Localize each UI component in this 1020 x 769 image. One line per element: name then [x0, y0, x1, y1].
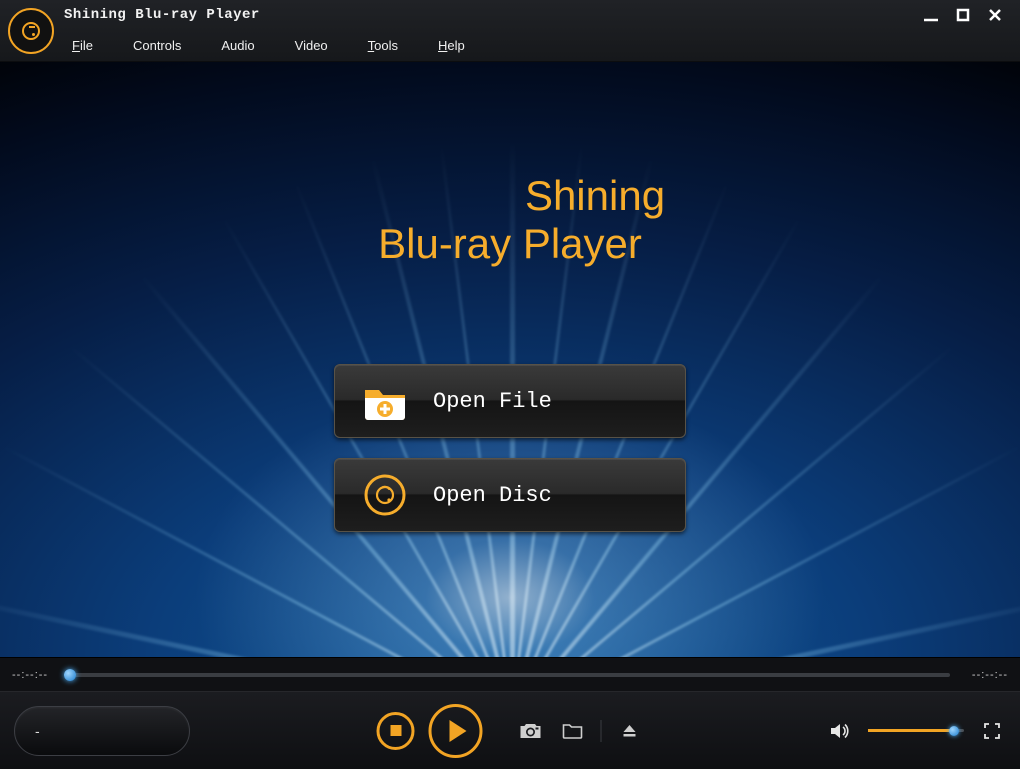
- eject-button[interactable]: [616, 717, 644, 745]
- disc-icon: [361, 471, 409, 519]
- speaker-icon: [829, 721, 851, 741]
- camera-icon: [519, 721, 543, 741]
- hero-title: Shining Blu-ray Player: [0, 172, 1020, 269]
- now-playing-text: -: [35, 723, 40, 739]
- menu-video[interactable]: Video: [295, 38, 328, 53]
- time-elapsed: --:--:--: [12, 669, 62, 681]
- play-icon: [449, 720, 466, 742]
- open-file-label: Open File: [433, 389, 552, 414]
- menu-file[interactable]: File: [72, 38, 93, 53]
- stop-icon: [390, 725, 401, 736]
- progress-track[interactable]: [70, 673, 950, 677]
- folder-plus-icon: [361, 377, 409, 425]
- title-bar: Shining Blu-ray Player File Controls Aud…: [0, 0, 1020, 62]
- folder-icon: [562, 722, 584, 740]
- menu-audio[interactable]: Audio: [221, 38, 254, 53]
- transport-controls: [377, 704, 644, 758]
- play-button[interactable]: [429, 704, 483, 758]
- open-file-button[interactable]: Open File: [334, 364, 686, 438]
- volume-slider[interactable]: [868, 729, 964, 732]
- menu-tools[interactable]: Tools: [368, 38, 398, 53]
- menu-help[interactable]: Help: [438, 38, 465, 53]
- open-disc-button[interactable]: Open Disc: [334, 458, 686, 532]
- hero-line2: Blu-ray Player: [0, 220, 1020, 268]
- app-logo: [8, 8, 54, 54]
- progress-knob[interactable]: [64, 669, 76, 681]
- hero-line1: Shining: [0, 172, 1020, 220]
- menu-bar: File Controls Audio Video Tools Help: [0, 30, 1020, 61]
- maximize-button[interactable]: [954, 6, 972, 24]
- open-disc-label: Open Disc: [433, 483, 552, 508]
- stop-button[interactable]: [377, 712, 415, 750]
- open-button[interactable]: [559, 717, 587, 745]
- fullscreen-icon: [982, 721, 1002, 741]
- minimize-button[interactable]: [922, 6, 940, 24]
- volume-knob[interactable]: [949, 726, 959, 736]
- volume-button[interactable]: [826, 717, 854, 745]
- fullscreen-button[interactable]: [978, 717, 1006, 745]
- seek-bar: --:--:-- --:--:--: [0, 657, 1020, 691]
- eject-icon: [621, 722, 639, 740]
- snapshot-button[interactable]: [517, 717, 545, 745]
- video-stage: Shining Blu-ray Player Open File: [0, 62, 1020, 657]
- control-bar: -: [0, 691, 1020, 769]
- now-playing-pill[interactable]: -: [14, 706, 190, 756]
- app-title: Shining Blu-ray Player: [64, 7, 260, 23]
- close-button[interactable]: [986, 6, 1004, 24]
- time-remaining: --:--:--: [958, 669, 1008, 681]
- menu-controls[interactable]: Controls: [133, 38, 181, 53]
- divider: [601, 720, 602, 742]
